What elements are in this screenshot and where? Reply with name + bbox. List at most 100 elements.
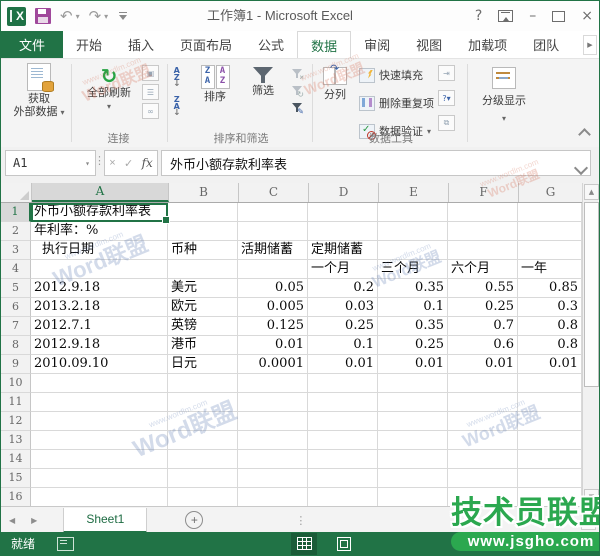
- filter-button[interactable]: 筛选: [241, 67, 285, 98]
- cell-D14[interactable]: [308, 450, 378, 469]
- flash-fill-button[interactable]: 快速填充: [359, 67, 423, 83]
- cell-A2[interactable]: 年利率：%: [31, 222, 168, 241]
- cell-B11[interactable]: [168, 393, 238, 412]
- cell-B14[interactable]: [168, 450, 238, 469]
- row-header-4[interactable]: 4: [1, 260, 31, 279]
- cell-C16[interactable]: [238, 488, 308, 506]
- cell-G4[interactable]: 一年: [518, 260, 582, 279]
- cell-A13[interactable]: [31, 431, 168, 450]
- clear-filter-icon[interactable]: ×: [292, 69, 304, 82]
- cell-F1[interactable]: [448, 203, 518, 222]
- name-box-dropdown-icon[interactable]: ▾: [85, 159, 90, 168]
- cell-E13[interactable]: [378, 431, 448, 450]
- cell-B4[interactable]: [168, 260, 238, 279]
- tab-公式[interactable]: 公式: [245, 31, 297, 58]
- expand-formula-bar-icon[interactable]: [573, 160, 589, 176]
- redo-icon[interactable]: ↷: [89, 8, 102, 24]
- cell-F3[interactable]: [448, 241, 518, 260]
- cell-F10[interactable]: [448, 374, 518, 393]
- sort-ascending-icon[interactable]: A Z ↓: [173, 67, 181, 89]
- edit-links-icon[interactable]: ∞: [142, 103, 159, 119]
- collapse-ribbon-icon[interactable]: [578, 128, 591, 141]
- cell-C15[interactable]: [238, 469, 308, 488]
- cell-A6[interactable]: 2013.2.18: [31, 298, 168, 317]
- row-header-7[interactable]: 7: [1, 317, 31, 336]
- cell-F9[interactable]: 0.01: [448, 355, 518, 374]
- formula-input[interactable]: 外币小额存款利率表: [161, 150, 591, 176]
- cell-B7[interactable]: 英镑: [168, 317, 238, 336]
- cell-D13[interactable]: [308, 431, 378, 450]
- name-box[interactable]: A1 ▾: [5, 150, 96, 176]
- column-header-F[interactable]: F: [449, 183, 519, 202]
- cell-F4[interactable]: 六个月: [448, 260, 518, 279]
- row-header-6[interactable]: 6: [1, 298, 31, 317]
- close-icon[interactable]: ×: [581, 9, 593, 23]
- cell-G8[interactable]: 0.8: [518, 336, 582, 355]
- row-header-13[interactable]: 13: [1, 431, 31, 450]
- row-header-14[interactable]: 14: [1, 450, 31, 469]
- cell-F13[interactable]: [448, 431, 518, 450]
- help-icon[interactable]: ?: [475, 9, 482, 23]
- cell-E14[interactable]: [378, 450, 448, 469]
- cell-D15[interactable]: [308, 469, 378, 488]
- cell-A3[interactable]: 执行日期: [31, 241, 168, 260]
- cell-D5[interactable]: 0.2: [308, 279, 378, 298]
- cell-A1[interactable]: 外币小额存款利率表: [31, 203, 170, 224]
- cancel-icon[interactable]: ×: [109, 157, 115, 169]
- cell-E15[interactable]: [378, 469, 448, 488]
- cell-B1[interactable]: [168, 203, 238, 222]
- row-header-15[interactable]: 15: [1, 469, 31, 488]
- save-icon[interactable]: [35, 8, 51, 24]
- vertical-scroll-thumb[interactable]: [584, 202, 599, 387]
- what-if-analysis-icon[interactable]: ?▾: [438, 90, 455, 106]
- vertical-scrollbar[interactable]: ▲ ▼: [582, 183, 599, 506]
- cell-A11[interactable]: [31, 393, 168, 412]
- insert-function-icon[interactable]: fx: [142, 156, 153, 170]
- cell-A8[interactable]: 2012.9.18: [31, 336, 168, 355]
- remove-duplicates-button[interactable]: 删除重复项: [359, 95, 434, 111]
- cell-D12[interactable]: [308, 412, 378, 431]
- cell-E7[interactable]: 0.35: [378, 317, 448, 336]
- cell-E2[interactable]: [378, 222, 448, 241]
- cell-A15[interactable]: [31, 469, 168, 488]
- cell-G13[interactable]: [518, 431, 582, 450]
- cell-D9[interactable]: 0.01: [308, 355, 378, 374]
- enter-icon[interactable]: ✓: [124, 157, 133, 170]
- properties-icon[interactable]: ☰: [142, 84, 159, 100]
- cell-G3[interactable]: [518, 241, 582, 260]
- restore-icon[interactable]: [552, 10, 566, 22]
- sheet-tab-sheet1[interactable]: Sheet1: [63, 507, 148, 533]
- cell-E11[interactable]: [378, 393, 448, 412]
- cell-E4[interactable]: 三个月: [378, 260, 448, 279]
- cell-G11[interactable]: [518, 393, 582, 412]
- cell-C9[interactable]: 0.0001: [238, 355, 308, 374]
- cell-C6[interactable]: 0.005: [238, 298, 308, 317]
- cell-D2[interactable]: [308, 222, 378, 241]
- cell-E6[interactable]: 0.1: [378, 298, 448, 317]
- row-header-10[interactable]: 10: [1, 374, 31, 393]
- sort-descending-icon[interactable]: Z A ↓: [173, 96, 181, 118]
- tab-视图[interactable]: 视图: [403, 31, 455, 58]
- tab-团队[interactable]: 团队: [520, 31, 572, 58]
- normal-view-button[interactable]: [291, 532, 317, 555]
- cell-G15[interactable]: [518, 469, 582, 488]
- page-layout-view-button[interactable]: [331, 533, 357, 555]
- tab-插入[interactable]: 插入: [115, 31, 167, 58]
- column-header-C[interactable]: C: [239, 183, 309, 202]
- cell-F11[interactable]: [448, 393, 518, 412]
- cell-E8[interactable]: 0.25: [378, 336, 448, 355]
- cell-B3[interactable]: 币种: [168, 241, 238, 260]
- cell-C8[interactable]: 0.01: [238, 336, 308, 355]
- row-header-12[interactable]: 12: [1, 412, 31, 431]
- cell-G9[interactable]: 0.01: [518, 355, 582, 374]
- cell-B6[interactable]: 欧元: [168, 298, 238, 317]
- macro-record-icon[interactable]: [57, 536, 75, 551]
- cell-E16[interactable]: [378, 488, 448, 506]
- cell-E3[interactable]: [378, 241, 448, 260]
- undo-icon[interactable]: ↶: [60, 8, 73, 24]
- cell-C1[interactable]: [238, 203, 308, 222]
- cell-G2[interactable]: [518, 222, 582, 241]
- cell-F5[interactable]: 0.55: [448, 279, 518, 298]
- cell-C7[interactable]: 0.125: [238, 317, 308, 336]
- cell-D7[interactable]: 0.25: [308, 317, 378, 336]
